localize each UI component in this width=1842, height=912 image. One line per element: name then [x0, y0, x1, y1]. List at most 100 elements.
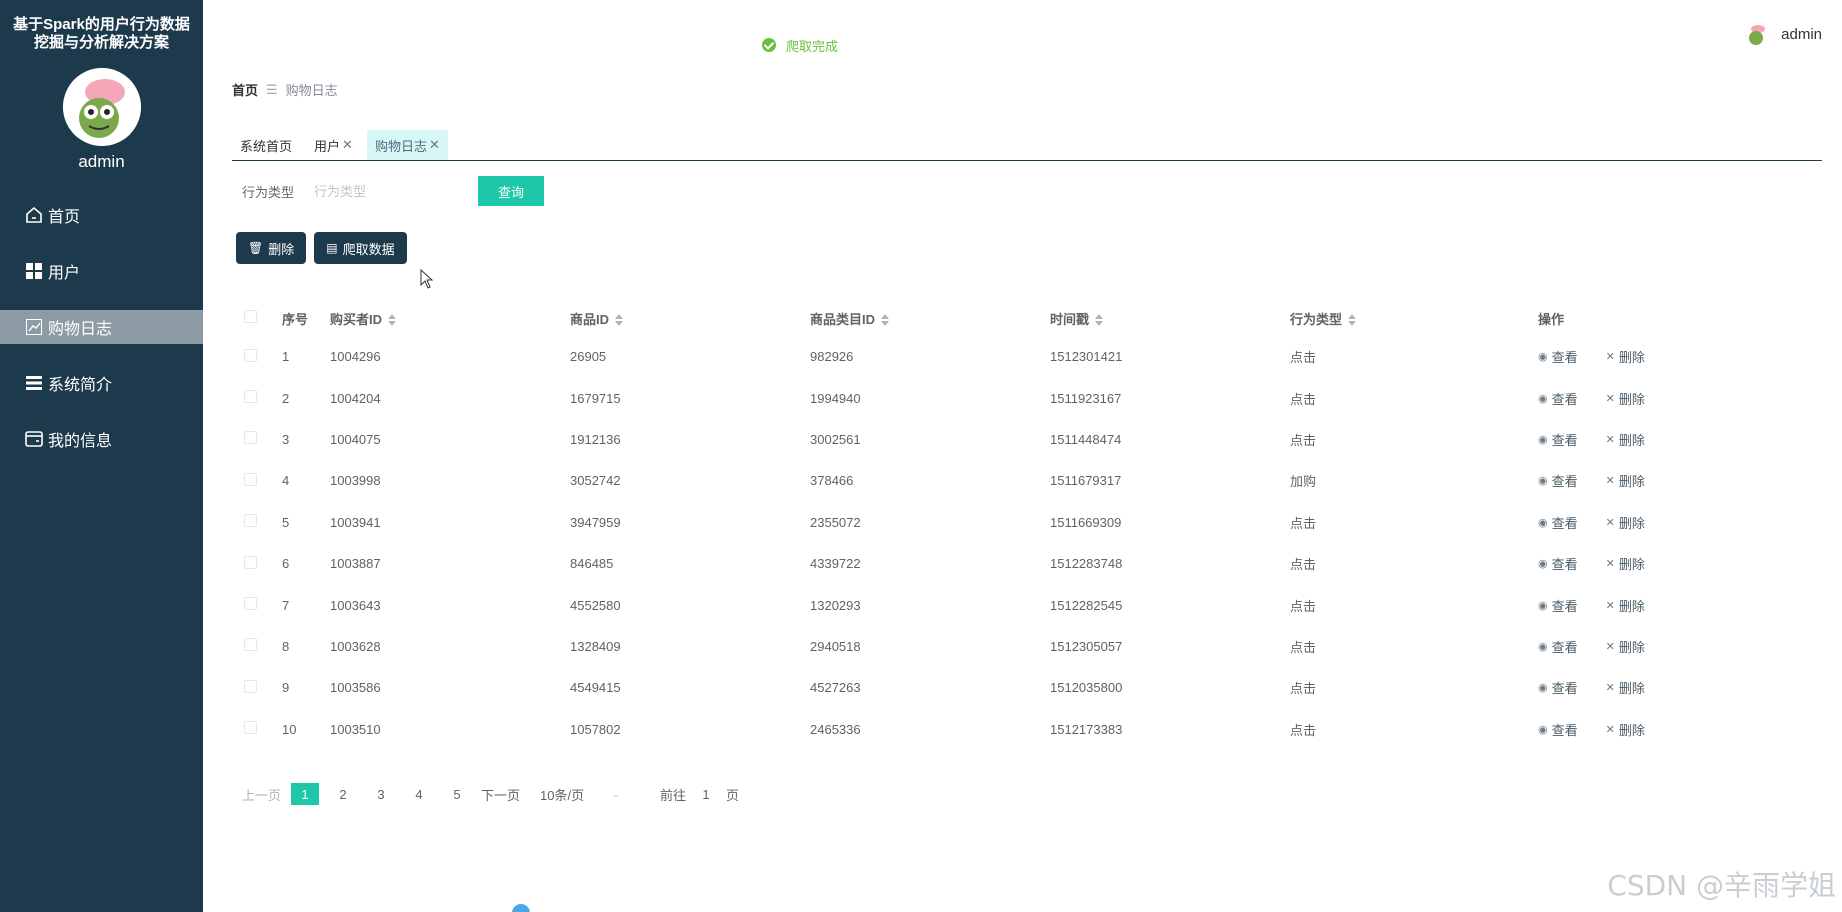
cell-buyer-id: 1003628 [330, 638, 381, 654]
row-checkbox[interactable] [244, 638, 257, 652]
sidebar-item-home[interactable]: 首页 [0, 198, 203, 232]
sidebar-item-my-info[interactable]: 我的信息 [0, 422, 203, 456]
cell-behavior-type: 点击 [1290, 722, 1317, 738]
sidebar-item-users[interactable]: 用户 [0, 254, 203, 288]
row-delete-button[interactable]: ✕ 删除 [1606, 513, 1645, 532]
crawl-data-button[interactable]: ▤ 爬取数据 [314, 232, 407, 264]
view-button[interactable]: ◉ 查看 [1538, 513, 1578, 532]
view-label: 查看 [1551, 474, 1578, 490]
page-4[interactable]: 4 [405, 783, 433, 805]
view-button[interactable]: ◉ 查看 [1538, 637, 1578, 656]
cell-index: 4 [282, 473, 290, 489]
cell-goods-id: 3947959 [570, 514, 621, 530]
header-user[interactable]: admin [1745, 22, 1822, 46]
page-1[interactable]: 1 [291, 783, 320, 805]
button-label: 爬取数据 [342, 241, 395, 257]
close-icon: ✕ [1605, 599, 1615, 612]
close-icon[interactable]: ✕ [429, 137, 440, 153]
next-page-button[interactable]: 下一页 [481, 783, 520, 805]
sort-icon[interactable] [1348, 314, 1357, 327]
view-label: 查看 [1551, 432, 1578, 448]
cell-timestamp: 1512035800 [1050, 680, 1123, 696]
view-button[interactable]: ◉ 查看 [1538, 554, 1578, 573]
header-label: 购买者ID [330, 311, 383, 327]
cell-goods-id: 1912136 [570, 431, 621, 447]
row-checkbox[interactable] [244, 555, 257, 569]
eye-icon: ◉ [1538, 392, 1548, 405]
tab-shopping-log[interactable]: 购物日志 ✕ [366, 130, 448, 160]
row-delete-button[interactable]: ✕ 删除 [1606, 720, 1645, 739]
select-all-checkbox[interactable] [244, 310, 257, 323]
view-button[interactable]: ◉ 查看 [1538, 720, 1578, 739]
view-button[interactable]: ◉ 查看 [1538, 471, 1578, 490]
header-behavior-type[interactable]: 行为类型 [1290, 309, 1530, 328]
table-header: 序号 购买者ID 商品ID 商品类目ID 时间戳 行为类型 操作 [236, 300, 1756, 336]
row-delete-button[interactable]: ✕ 删除 [1606, 596, 1645, 615]
behavior-type-input[interactable] [314, 177, 475, 205]
sidebar-item-label: 购物日志 [48, 321, 113, 338]
view-button[interactable]: ◉ 查看 [1538, 389, 1578, 408]
sidebar-item-label: 首页 [48, 209, 81, 226]
view-button[interactable]: ◉ 查看 [1538, 347, 1578, 366]
cell-category-id: 982926 [810, 349, 854, 365]
page-2[interactable]: 2 [329, 783, 357, 805]
view-button[interactable]: ◉ 查看 [1538, 430, 1578, 449]
sidebar-item-system-intro[interactable]: 系统简介 [0, 366, 203, 400]
header-category-id[interactable]: 商品类目ID [810, 309, 1050, 328]
cell-goods-id: 1679715 [570, 390, 621, 406]
sort-icon[interactable] [388, 314, 397, 327]
cell-goods-id: 846485 [570, 556, 614, 572]
header-goods-id[interactable]: 商品ID [570, 309, 810, 328]
cell-buyer-id: 1003510 [330, 721, 381, 737]
cell-timestamp: 1511679317 [1050, 473, 1122, 489]
sort-icon[interactable] [1095, 314, 1104, 327]
row-checkbox[interactable] [244, 431, 257, 445]
row-checkbox[interactable] [244, 348, 257, 362]
header-label: 行为类型 [1290, 311, 1343, 327]
batch-delete-button[interactable]: 🗑 删除 [236, 232, 307, 264]
page-3[interactable]: 3 [367, 783, 395, 805]
row-delete-button[interactable]: ✕ 删除 [1606, 554, 1645, 573]
view-button[interactable]: ◉ 查看 [1538, 596, 1578, 615]
cell-index: 3 [282, 431, 290, 447]
breadcrumb-home[interactable]: 首页 [232, 80, 258, 99]
tab-label: 系统首页 [240, 138, 293, 154]
row-delete-button[interactable]: ✕ 删除 [1606, 430, 1645, 449]
table-row: 5 1003941 3947959 2355072 1511669309 点击 ◉ 查看 ✕ 删除 [236, 502, 1756, 543]
close-icon[interactable]: ✕ [342, 137, 353, 153]
header-operation: 操作 [1538, 311, 1565, 327]
page-size-select[interactable]: 10条/页 ⌄ [540, 782, 630, 806]
row-delete-button[interactable]: ✕ 删除 [1606, 389, 1645, 408]
page-5[interactable]: 5 [443, 783, 471, 805]
avatar [1745, 22, 1770, 46]
grid-icon [24, 261, 44, 281]
view-label: 查看 [1551, 681, 1578, 697]
tab-users[interactable]: 用户 ✕ [306, 130, 361, 160]
cell-buyer-id: 1003941 [330, 514, 381, 530]
header-buyer-id[interactable]: 购买者ID [330, 309, 570, 328]
row-delete-button[interactable]: ✕ 删除 [1606, 471, 1645, 490]
prev-page-button[interactable]: 上一页 [242, 783, 281, 805]
cell-category-id: 4339722 [810, 556, 861, 572]
row-checkbox[interactable] [244, 472, 257, 486]
row-checkbox[interactable] [244, 597, 257, 611]
sort-icon[interactable] [615, 314, 624, 327]
row-delete-button[interactable]: ✕ 删除 [1606, 637, 1645, 656]
view-button[interactable]: ◉ 查看 [1538, 678, 1578, 697]
sidebar-item-shopping-log[interactable]: 购物日志 [0, 310, 203, 344]
cell-index: 5 [282, 514, 290, 530]
tab-system-home[interactable]: 系统首页 [232, 130, 300, 160]
row-delete-button[interactable]: ✕ 删除 [1606, 347, 1645, 366]
header-timestamp[interactable]: 时间戳 [1050, 309, 1290, 328]
row-checkbox[interactable] [244, 390, 257, 404]
sort-icon[interactable] [881, 314, 890, 327]
row-delete-button[interactable]: ✕ 删除 [1606, 678, 1645, 697]
close-icon: ✕ [1605, 433, 1615, 446]
query-button[interactable]: 查询 [478, 176, 545, 206]
goto-page-input[interactable]: 1 [686, 787, 726, 802]
row-checkbox[interactable] [244, 679, 257, 693]
row-checkbox[interactable] [244, 514, 257, 528]
cell-buyer-id: 1003887 [330, 556, 381, 572]
row-checkbox[interactable] [244, 721, 257, 735]
scroll-indicator[interactable] [512, 904, 530, 912]
